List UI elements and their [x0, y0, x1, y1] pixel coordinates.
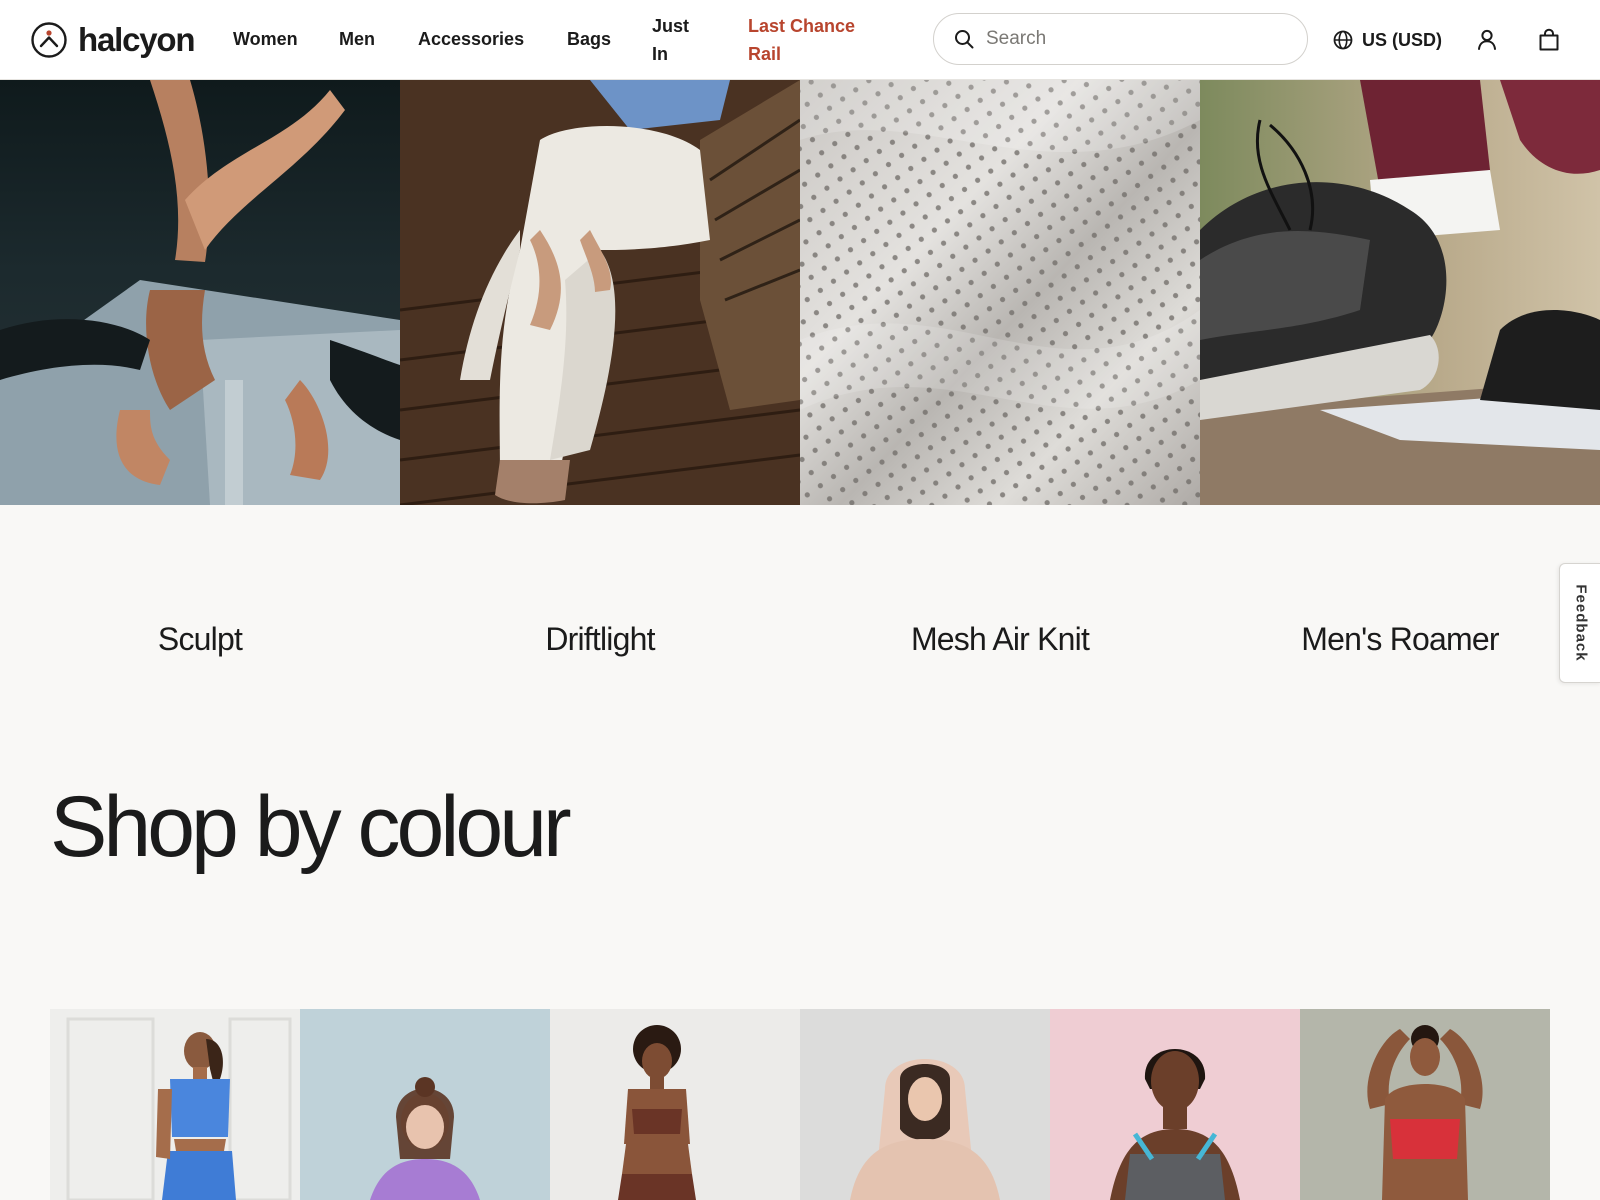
nav-item-accessories[interactable]: Accessories [418, 25, 524, 53]
collection-label-sculpt[interactable]: Sculpt [0, 621, 400, 658]
model-red-top-photo [1300, 1009, 1550, 1200]
colour-swatch-1[interactable] [50, 1009, 300, 1200]
collection-label-mens-roamer[interactable]: Men's Roamer [1200, 621, 1600, 658]
collection-label-mesh-air-knit[interactable]: Mesh Air Knit [800, 621, 1200, 658]
locale-label: US (USD) [1362, 29, 1442, 50]
locale-selector[interactable]: US (USD) [1333, 26, 1442, 54]
brand-name: halcyon [78, 21, 196, 58]
hands-stretching-photo [0, 80, 400, 505]
site-header: halcyon Women Men Accessories Bags Just … [0, 0, 1600, 80]
collection-tile-mens-roamer[interactable] [1200, 80, 1600, 505]
nav-item-last-chance-rail[interactable]: Last Chance Rail [748, 12, 878, 68]
search-input[interactable] [986, 28, 1286, 50]
feedback-tab[interactable]: Feedback [1559, 563, 1600, 683]
colour-swatch-row [50, 1009, 1550, 1200]
colour-swatch-4[interactable] [800, 1009, 1050, 1200]
collection-tile-mesh-air-knit[interactable] [800, 80, 1200, 505]
globe-icon [1333, 30, 1353, 50]
colour-swatch-5[interactable] [1050, 1009, 1300, 1200]
search-icon [955, 30, 974, 49]
collection-label-driftlight[interactable]: Driftlight [400, 621, 800, 658]
cart-button[interactable] [1536, 27, 1562, 53]
model-blue-outfit-photo [50, 1009, 300, 1200]
colour-swatch-2[interactable] [300, 1009, 550, 1200]
model-lilac-jacket-photo [300, 1009, 550, 1200]
model-grey-sports-bra-photo [1050, 1009, 1300, 1200]
colour-swatch-6[interactable] [1300, 1009, 1550, 1200]
collection-tile-driftlight[interactable] [400, 80, 800, 505]
search-box [933, 13, 1308, 65]
nav-item-just-in[interactable]: Just In [652, 12, 702, 68]
seated-white-trousers-photo [400, 80, 800, 505]
feedback-label: Feedback [1572, 584, 1589, 662]
user-icon [1478, 29, 1496, 50]
shopping-bag-icon [1539, 28, 1559, 51]
nav-item-men[interactable]: Men [339, 25, 375, 53]
shop-by-colour-heading: Shop by colour [50, 779, 572, 875]
halcyon-logo-icon [31, 22, 67, 58]
mesh-fabric-photo [800, 80, 1200, 505]
colour-swatch-3[interactable] [550, 1009, 800, 1200]
account-button[interactable] [1474, 27, 1500, 53]
nav-item-bags[interactable]: Bags [567, 25, 611, 53]
collection-tile-sculpt[interactable] [0, 80, 400, 505]
model-brown-set-photo [550, 1009, 800, 1200]
brand-logo[interactable]: halcyon [30, 21, 196, 59]
model-pink-hoodie-photo [800, 1009, 1050, 1200]
nav-item-women[interactable]: Women [233, 25, 298, 53]
running-shoe-photo [1200, 80, 1600, 505]
